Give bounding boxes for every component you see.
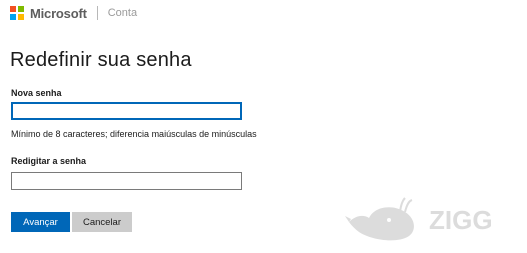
confirm-password-label: Redigitar a senha: [11, 156, 87, 166]
next-button[interactable]: Avançar: [11, 212, 70, 232]
page-title: Redefinir sua senha: [10, 49, 192, 71]
watermark-text: ZIGG: [429, 205, 493, 235]
header: Microsoft Conta: [10, 5, 137, 21]
section-name: Conta: [107, 7, 138, 19]
confirm-password-input[interactable]: [11, 172, 242, 190]
zigg-watermark: ZIGG: [345, 197, 493, 241]
new-password-label: Nova senha: [11, 88, 62, 98]
new-password-input[interactable]: [11, 102, 242, 120]
cancel-button[interactable]: Cancelar: [72, 212, 132, 232]
microsoft-logo-icon: [10, 6, 24, 20]
header-divider: [96, 6, 98, 20]
whale-icon: [345, 197, 414, 241]
password-hint: Mínimo de 8 caracteres; diferencia maiús…: [11, 129, 257, 139]
brand-name: Microsoft: [30, 5, 87, 21]
